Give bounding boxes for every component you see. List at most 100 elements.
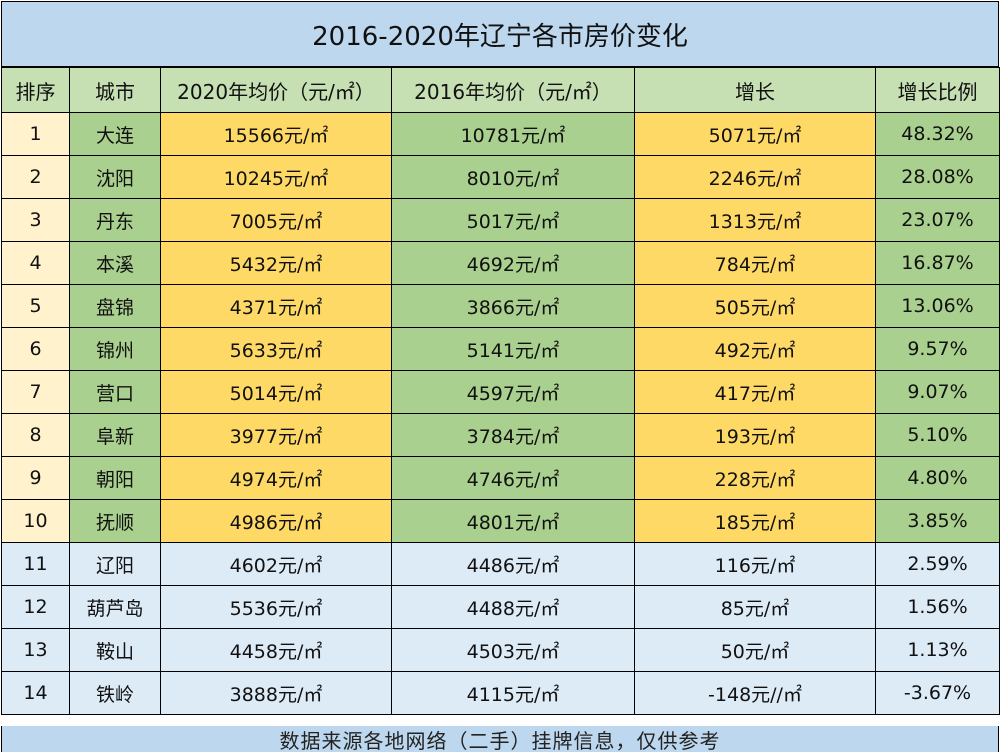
price-2016-cell[interactable]: 4115元/㎡ <box>391 671 635 715</box>
ratio-cell[interactable]: 5.10% <box>875 413 1000 457</box>
city-cell[interactable]: 铁岭 <box>69 671 161 715</box>
city-cell[interactable]: 辽阳 <box>69 542 161 586</box>
price-2020-cell[interactable]: 7005元/㎡ <box>160 198 392 242</box>
table-row: 3 丹东 7005元/㎡ 5017元/㎡ 1313元/㎡ 23.07% <box>1 198 1000 242</box>
price-2020-cell[interactable]: 4602元/㎡ <box>160 542 392 586</box>
rank-cell[interactable]: 11 <box>1 542 70 586</box>
rank-cell[interactable]: 5 <box>1 284 70 328</box>
city-cell[interactable]: 朝阳 <box>69 456 161 500</box>
ratio-cell[interactable]: 48.32% <box>875 112 1000 156</box>
price-2016-cell[interactable]: 8010元/㎡ <box>391 155 635 199</box>
ratio-cell[interactable]: 16.87% <box>875 241 1000 285</box>
price-2016-cell[interactable]: 4486元/㎡ <box>391 542 635 586</box>
ratio-cell[interactable]: 23.07% <box>875 198 1000 242</box>
city-cell[interactable]: 本溪 <box>69 241 161 285</box>
city-cell[interactable]: 沈阳 <box>69 155 161 199</box>
ratio-cell[interactable]: 13.06% <box>875 284 1000 328</box>
ratio-cell[interactable]: 9.57% <box>875 327 1000 371</box>
price-2016-cell[interactable]: 4692元/㎡ <box>391 241 635 285</box>
rank-cell[interactable]: 8 <box>1 413 70 457</box>
table-row: 6 锦州 5633元/㎡ 5141元/㎡ 492元/㎡ 9.57% <box>1 327 1000 371</box>
ratio-cell[interactable]: 1.13% <box>875 628 1000 672</box>
price-2016-cell[interactable]: 3784元/㎡ <box>391 413 635 457</box>
ratio-cell[interactable]: 9.07% <box>875 370 1000 414</box>
growth-cell[interactable]: 417元/㎡ <box>634 370 876 414</box>
ratio-cell[interactable]: 4.80% <box>875 456 1000 500</box>
growth-cell[interactable]: 193元/㎡ <box>634 413 876 457</box>
rank-cell[interactable]: 9 <box>1 456 70 500</box>
rank-cell[interactable]: 7 <box>1 370 70 414</box>
rank-cell[interactable]: 2 <box>1 155 70 199</box>
city-cell[interactable]: 抚顺 <box>69 499 161 543</box>
header-growth[interactable]: 增长 <box>634 67 876 113</box>
price-2016-cell[interactable]: 5017元/㎡ <box>391 198 635 242</box>
table-row: 11 辽阳 4602元/㎡ 4486元/㎡ 116元/㎡ 2.59% <box>1 542 1000 586</box>
rank-cell[interactable]: 4 <box>1 241 70 285</box>
rank-cell[interactable]: 13 <box>1 628 70 672</box>
price-2016-cell[interactable]: 4488元/㎡ <box>391 585 635 629</box>
header-city[interactable]: 城市 <box>69 67 161 113</box>
table-row: 8 阜新 3977元/㎡ 3784元/㎡ 193元/㎡ 5.10% <box>1 413 1000 457</box>
price-2020-cell[interactable]: 4458元/㎡ <box>160 628 392 672</box>
city-cell[interactable]: 鞍山 <box>69 628 161 672</box>
rank-cell[interactable]: 10 <box>1 499 70 543</box>
growth-cell[interactable]: 50元/㎡ <box>634 628 876 672</box>
ratio-cell[interactable]: 1.56% <box>875 585 1000 629</box>
price-2016-cell[interactable]: 4801元/㎡ <box>391 499 635 543</box>
city-cell[interactable]: 锦州 <box>69 327 161 371</box>
growth-cell[interactable]: -148元//㎡ <box>634 671 876 715</box>
price-2020-cell[interactable]: 10245元/㎡ <box>160 155 392 199</box>
table-row: 2 沈阳 10245元/㎡ 8010元/㎡ 2246元/㎡ 28.08% <box>1 155 1000 199</box>
city-cell[interactable]: 丹东 <box>69 198 161 242</box>
price-2020-cell[interactable]: 3888元/㎡ <box>160 671 392 715</box>
header-price-2020[interactable]: 2020年均价（元/㎡） <box>160 67 392 113</box>
price-2020-cell[interactable]: 3977元/㎡ <box>160 413 392 457</box>
price-2016-cell[interactable]: 4597元/㎡ <box>391 370 635 414</box>
price-2016-cell[interactable]: 4503元/㎡ <box>391 628 635 672</box>
price-2020-cell[interactable]: 5633元/㎡ <box>160 327 392 371</box>
price-2016-cell[interactable]: 3866元/㎡ <box>391 284 635 328</box>
table-row: 9 朝阳 4974元/㎡ 4746元/㎡ 228元/㎡ 4.80% <box>1 456 1000 500</box>
city-cell[interactable]: 大连 <box>69 112 161 156</box>
growth-cell[interactable]: 116元/㎡ <box>634 542 876 586</box>
table-row: 4 本溪 5432元/㎡ 4692元/㎡ 784元/㎡ 16.87% <box>1 241 1000 285</box>
price-2016-cell[interactable]: 5141元/㎡ <box>391 327 635 371</box>
growth-cell[interactable]: 1313元/㎡ <box>634 198 876 242</box>
rank-cell[interactable]: 14 <box>1 671 70 715</box>
growth-cell[interactable]: 784元/㎡ <box>634 241 876 285</box>
growth-cell[interactable]: 228元/㎡ <box>634 456 876 500</box>
rank-cell[interactable]: 3 <box>1 198 70 242</box>
rank-cell[interactable]: 12 <box>1 585 70 629</box>
growth-cell[interactable]: 492元/㎡ <box>634 327 876 371</box>
ratio-cell[interactable]: 3.85% <box>875 499 1000 543</box>
price-2020-cell[interactable]: 4371元/㎡ <box>160 284 392 328</box>
growth-cell[interactable]: 185元/㎡ <box>634 499 876 543</box>
spreadsheet: 2016-2020年辽宁各市房价变化 排序 城市 2020年均价（元/㎡） 20… <box>0 0 1000 753</box>
header-price-2016[interactable]: 2016年均价（元/㎡） <box>391 67 635 113</box>
growth-cell[interactable]: 505元/㎡ <box>634 284 876 328</box>
price-2020-cell[interactable]: 5536元/㎡ <box>160 585 392 629</box>
table-row: 10 抚顺 4986元/㎡ 4801元/㎡ 185元/㎡ 3.85% <box>1 499 1000 543</box>
price-2020-cell[interactable]: 4986元/㎡ <box>160 499 392 543</box>
ratio-cell[interactable]: -3.67% <box>875 671 1000 715</box>
ratio-cell[interactable]: 2.59% <box>875 542 1000 586</box>
price-2020-cell[interactable]: 4974元/㎡ <box>160 456 392 500</box>
growth-cell[interactable]: 2246元/㎡ <box>634 155 876 199</box>
ratio-cell[interactable]: 28.08% <box>875 155 1000 199</box>
city-cell[interactable]: 葫芦岛 <box>69 585 161 629</box>
price-2016-cell[interactable]: 4746元/㎡ <box>391 456 635 500</box>
rank-cell[interactable]: 1 <box>1 112 70 156</box>
price-2016-cell[interactable]: 10781元/㎡ <box>391 112 635 156</box>
price-2020-cell[interactable]: 15566元/㎡ <box>160 112 392 156</box>
growth-cell[interactable]: 5071元/㎡ <box>634 112 876 156</box>
price-2020-cell[interactable]: 5432元/㎡ <box>160 241 392 285</box>
house-price-table: 排序 城市 2020年均价（元/㎡） 2016年均价（元/㎡） 增长 增长比例 … <box>1 67 1000 715</box>
city-cell[interactable]: 盘锦 <box>69 284 161 328</box>
city-cell[interactable]: 营口 <box>69 370 161 414</box>
header-growth-ratio[interactable]: 增长比例 <box>875 67 1000 113</box>
rank-cell[interactable]: 6 <box>1 327 70 371</box>
price-2020-cell[interactable]: 5014元/㎡ <box>160 370 392 414</box>
growth-cell[interactable]: 85元/㎡ <box>634 585 876 629</box>
header-rank[interactable]: 排序 <box>1 67 70 113</box>
city-cell[interactable]: 阜新 <box>69 413 161 457</box>
